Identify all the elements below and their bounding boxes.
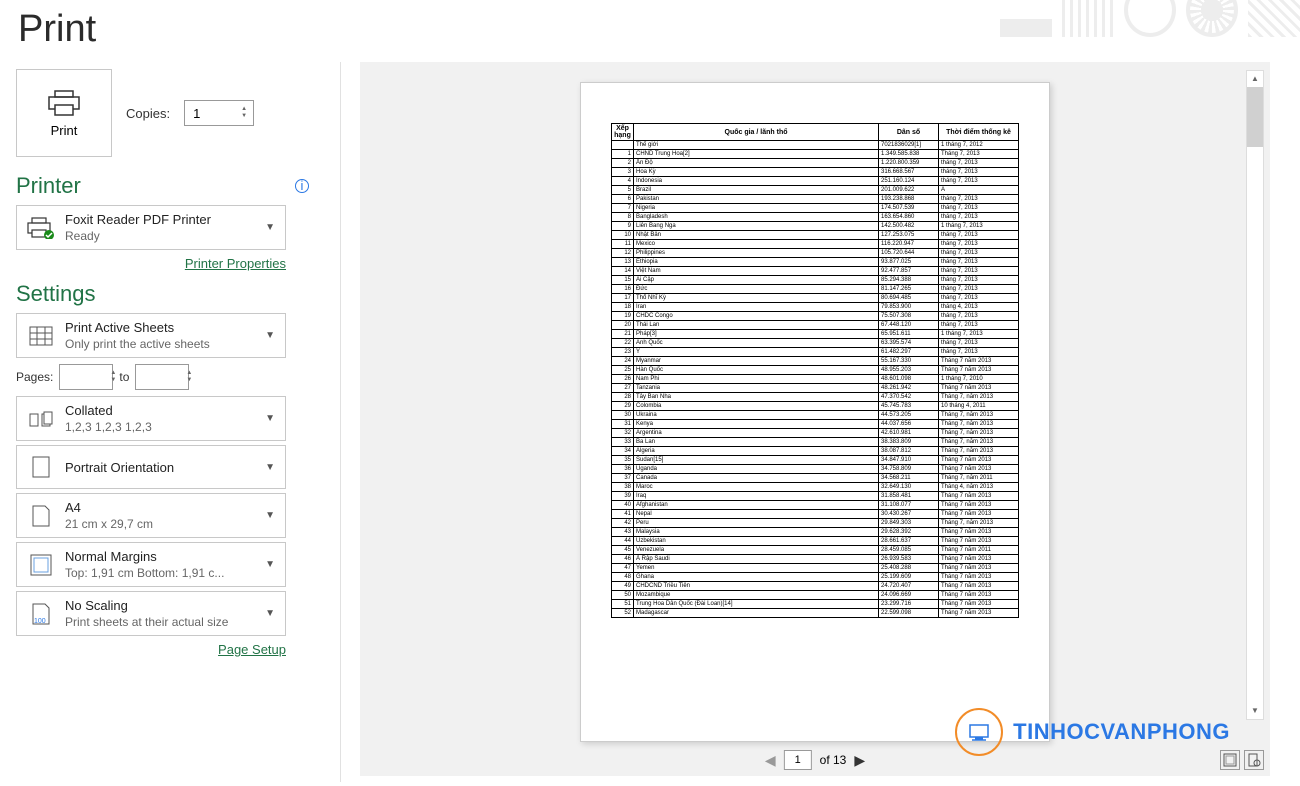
- printer-name: Foxit Reader PDF Printer: [65, 212, 265, 227]
- scroll-thumb[interactable]: [1247, 87, 1263, 147]
- page-icon: [27, 502, 55, 530]
- printer-status: Ready: [65, 229, 265, 243]
- watermark: TINHOCVANPHONG: [955, 708, 1230, 756]
- print-button-label: Print: [51, 123, 78, 138]
- chevron-down-icon: ▼: [265, 559, 275, 570]
- spinner-arrows[interactable]: ▲▼: [235, 106, 253, 120]
- printer-properties-link[interactable]: Printer Properties: [16, 256, 286, 271]
- page-total: of 13: [820, 753, 847, 767]
- watermark-icon: [955, 708, 1003, 756]
- printer-dropdown[interactable]: Foxit Reader PDF Printer Ready ▼: [16, 205, 286, 250]
- margins-icon: [27, 551, 55, 579]
- margins-dropdown[interactable]: Normal MarginsTop: 1,91 cm Bottom: 1,91 …: [16, 542, 286, 587]
- watermark-text: TINHOCVANPHONG: [1013, 719, 1230, 745]
- copies-label: Copies:: [126, 106, 170, 121]
- settings-heading: Settings: [16, 281, 309, 307]
- sheets-icon: [27, 322, 55, 350]
- decorative-shapes: [1000, 0, 1300, 40]
- pages-to-input[interactable]: ▲▼: [135, 364, 189, 390]
- print-panel: Print Print Copies: ▲▼ Printer i Foxit R…: [0, 0, 325, 786]
- chevron-down-icon: ▼: [265, 462, 275, 473]
- print-button[interactable]: Print: [16, 69, 112, 157]
- zoom-to-page-button[interactable]: [1244, 750, 1264, 770]
- printer-ready-icon: [27, 214, 55, 242]
- chevron-down-icon: ▼: [265, 330, 275, 341]
- preview-data-table: Xếp hạngQuốc gia / lãnh thổDân sốThời đi…: [611, 123, 1019, 618]
- scaling-dropdown[interactable]: 100 No ScalingPrint sheets at their actu…: [16, 591, 286, 636]
- page-title: Print: [18, 8, 309, 51]
- collate-dropdown[interactable]: Collated1,2,3 1,2,3 1,2,3 ▼: [16, 396, 286, 441]
- preview-scrollbar[interactable]: ▲ ▼: [1246, 70, 1264, 720]
- pages-from-input[interactable]: ▲▼: [59, 364, 113, 390]
- panel-divider: [340, 62, 341, 782]
- printer-heading: Printer i: [16, 173, 309, 199]
- copies-input[interactable]: [185, 106, 235, 121]
- page-setup-link[interactable]: Page Setup: [16, 642, 286, 657]
- printer-icon: [47, 89, 81, 117]
- next-page-button[interactable]: ▶: [854, 752, 865, 769]
- orientation-dropdown[interactable]: Portrait Orientation ▼: [16, 445, 286, 489]
- scroll-down-button[interactable]: ▼: [1247, 703, 1263, 719]
- collate-icon: [27, 405, 55, 433]
- copies-spinner[interactable]: ▲▼: [184, 100, 254, 126]
- chevron-down-icon: ▼: [265, 222, 275, 233]
- info-icon[interactable]: i: [295, 179, 309, 193]
- svg-text:100: 100: [34, 618, 46, 625]
- page-number-input[interactable]: [784, 750, 812, 770]
- prev-page-button[interactable]: ◀: [765, 752, 776, 769]
- chevron-down-icon: ▼: [265, 413, 275, 424]
- scale-icon: 100: [27, 600, 55, 628]
- scroll-up-button[interactable]: ▲: [1247, 71, 1263, 87]
- paper-size-dropdown[interactable]: A421 cm x 29,7 cm ▼: [16, 493, 286, 538]
- to-label: to: [119, 370, 129, 384]
- page-preview: Xếp hạngQuốc gia / lãnh thổDân sốThời đi…: [580, 82, 1050, 742]
- pages-label: Pages:: [16, 370, 53, 384]
- page-navigation: ◀ of 13 ▶: [765, 750, 865, 770]
- print-preview: Xếp hạngQuốc gia / lãnh thổDân sốThời đi…: [360, 62, 1270, 776]
- portrait-icon: [27, 453, 55, 481]
- print-what-dropdown[interactable]: Print Active SheetsOnly print the active…: [16, 313, 286, 358]
- chevron-down-icon: ▼: [265, 510, 275, 521]
- chevron-down-icon: ▼: [265, 608, 275, 619]
